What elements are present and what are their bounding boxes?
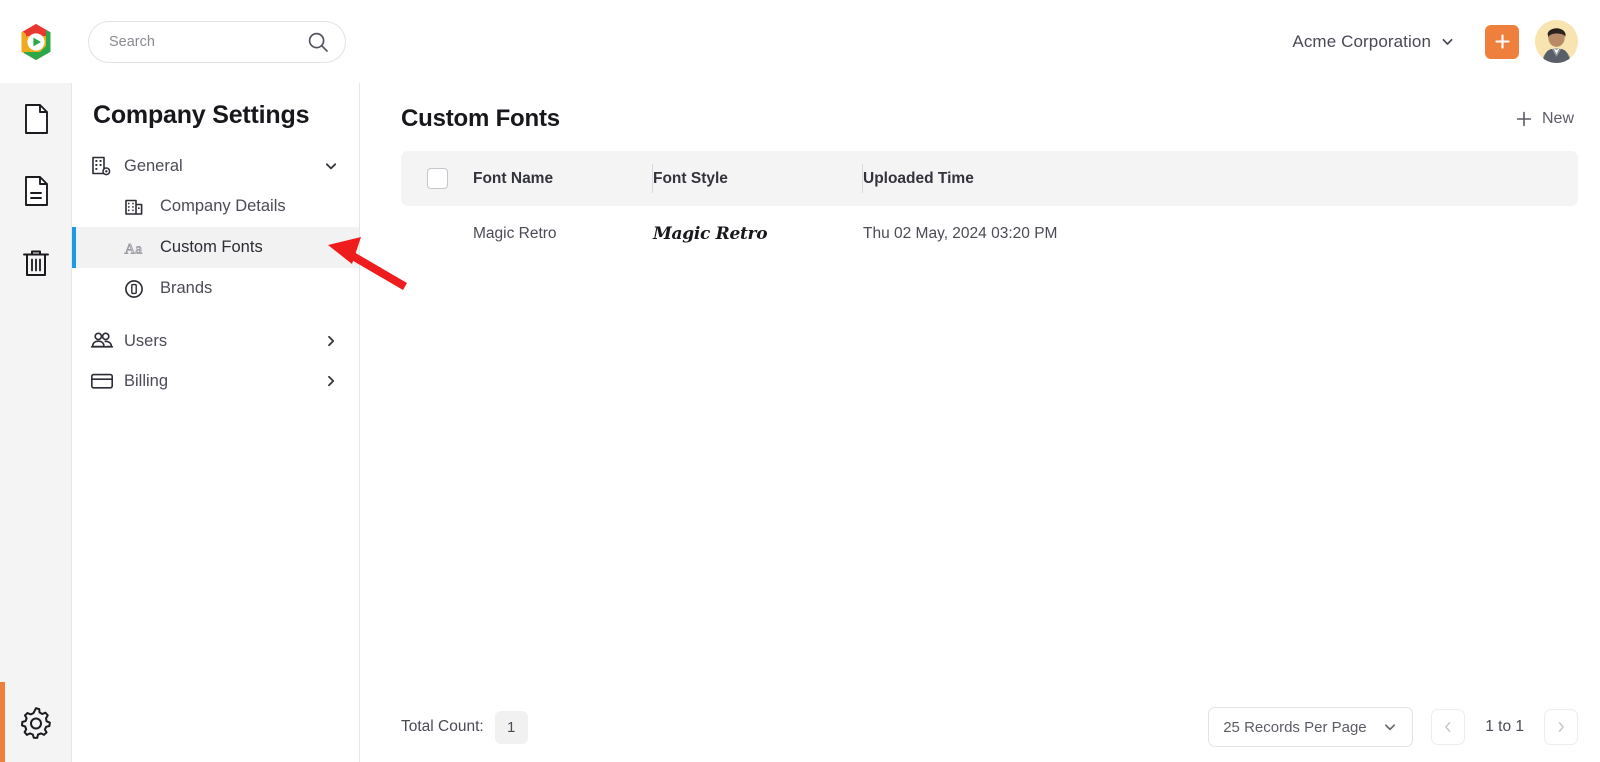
user-avatar-icon <box>1535 20 1578 63</box>
table-row[interactable]: Magic Retro Magic Retro Thu 02 May, 2024… <box>401 206 1578 261</box>
users-icon <box>90 330 116 352</box>
sidebar-title: Company Settings <box>93 101 310 129</box>
sidebar-group-label: General <box>124 156 183 175</box>
total-count: Total Count: 1 <box>401 710 528 744</box>
icon-rail <box>0 83 72 762</box>
plus-icon <box>1493 32 1512 51</box>
circle-b-icon <box>124 279 150 299</box>
gear-icon <box>19 705 53 739</box>
sidebar-item-company-details[interactable]: Company Details <box>72 186 359 227</box>
organization-name: Acme Corporation <box>1292 31 1431 51</box>
main-panel: Custom Fonts New Font Name Font Style Up <box>361 83 1600 762</box>
top-bar: Acme Corporation <box>0 0 1600 83</box>
chevron-left-icon <box>1441 720 1455 734</box>
sidebar-item-custom-fonts[interactable]: Aa Custom Fonts <box>72 227 359 268</box>
cell-font-name: Magic Retro <box>473 224 557 242</box>
pagination-controls: 25 Records Per Page 1 to 1 <box>1208 707 1578 747</box>
chevron-down-icon <box>323 158 339 174</box>
add-new-button[interactable] <box>1485 24 1519 59</box>
sidebar-item-label: Company Details <box>160 197 286 215</box>
total-count-value: 1 <box>494 710 528 744</box>
chevron-down-icon <box>1382 719 1398 735</box>
svg-text:Aa: Aa <box>125 241 143 257</box>
new-button-label: New <box>1541 110 1574 127</box>
table-header-row: Font Name Font Style Uploaded Time <box>401 151 1578 206</box>
sidebar-group-billing[interactable]: Billing <box>72 361 359 401</box>
rail-item-file-lines[interactable] <box>0 155 72 227</box>
sidebar-item-label: Custom Fonts <box>160 238 263 256</box>
new-font-button[interactable]: New <box>1511 104 1578 134</box>
table-footer: Total Count: 1 25 Records Per Page 1 to … <box>361 692 1600 762</box>
column-header-font-style[interactable]: Font Style <box>652 151 863 206</box>
pager: 1 to 1 <box>1431 709 1578 745</box>
sidebar-group-users[interactable]: Users <box>72 321 359 361</box>
cell-uploaded-time: Thu 02 May, 2024 03:20 PM <box>863 224 1058 242</box>
sidebar-group-label: Users <box>124 331 168 350</box>
search-input[interactable] <box>89 21 345 62</box>
nav-gap <box>72 309 359 321</box>
chevron-right-icon <box>323 333 339 349</box>
search-box[interactable] <box>88 20 346 63</box>
main-header: Custom Fonts New <box>361 83 1600 139</box>
page-title: Custom Fonts <box>401 105 560 132</box>
select-all-cell <box>401 151 473 206</box>
sidebar-item-brands[interactable]: Brands <box>72 268 359 309</box>
rail-item-trash[interactable] <box>0 227 72 299</box>
credit-card-icon <box>90 371 116 391</box>
file-blank-icon <box>21 103 51 135</box>
file-lines-icon <box>21 175 51 207</box>
next-page-button[interactable] <box>1544 709 1578 745</box>
previous-page-button[interactable] <box>1431 709 1466 745</box>
hexagon-play-logo-icon <box>21 23 51 60</box>
sidebar-group-general[interactable]: General <box>72 146 359 186</box>
building-icon <box>124 197 150 217</box>
records-per-page-select[interactable]: 25 Records Per Page <box>1208 707 1414 747</box>
sidebar-item-label: Brands <box>160 279 213 297</box>
page-range-label: 1 to 1 <box>1485 718 1524 735</box>
fonts-table: Font Name Font Style Uploaded Time Magic… <box>401 151 1578 261</box>
row-select-cell <box>401 206 473 261</box>
top-bar-right: Acme Corporation <box>1286 20 1600 63</box>
app-root: Acme Corporation <box>0 0 1600 762</box>
building-gear-icon <box>90 155 116 177</box>
avatar[interactable] <box>1535 20 1578 63</box>
chevron-down-icon <box>1440 34 1455 49</box>
sidebar-group-label: Billing <box>124 371 169 390</box>
column-header-font-name[interactable]: Font Name <box>473 151 653 206</box>
column-header-uploaded-time[interactable]: Uploaded Time <box>862 151 1578 206</box>
chevron-right-icon <box>1554 720 1568 734</box>
cell-font-style: Magic Retro <box>653 223 768 244</box>
trash-icon <box>20 246 52 280</box>
rail-item-settings[interactable] <box>0 682 72 762</box>
records-per-page-label: 25 Records Per Page <box>1223 718 1367 736</box>
sidebar-nav: General Company Details Aa Custom Fonts … <box>72 146 359 401</box>
plus-icon <box>1515 110 1533 128</box>
rail-item-file-blank[interactable] <box>0 83 72 155</box>
select-all-checkbox[interactable] <box>426 168 448 189</box>
settings-sidebar: Company Settings General Company Details… <box>72 83 360 762</box>
app-logo[interactable] <box>0 0 72 83</box>
font-aa-icon: Aa <box>124 238 150 258</box>
chevron-right-icon <box>323 373 339 389</box>
organization-selector[interactable]: Acme Corporation <box>1286 26 1461 58</box>
total-count-label: Total Count: <box>401 718 484 735</box>
